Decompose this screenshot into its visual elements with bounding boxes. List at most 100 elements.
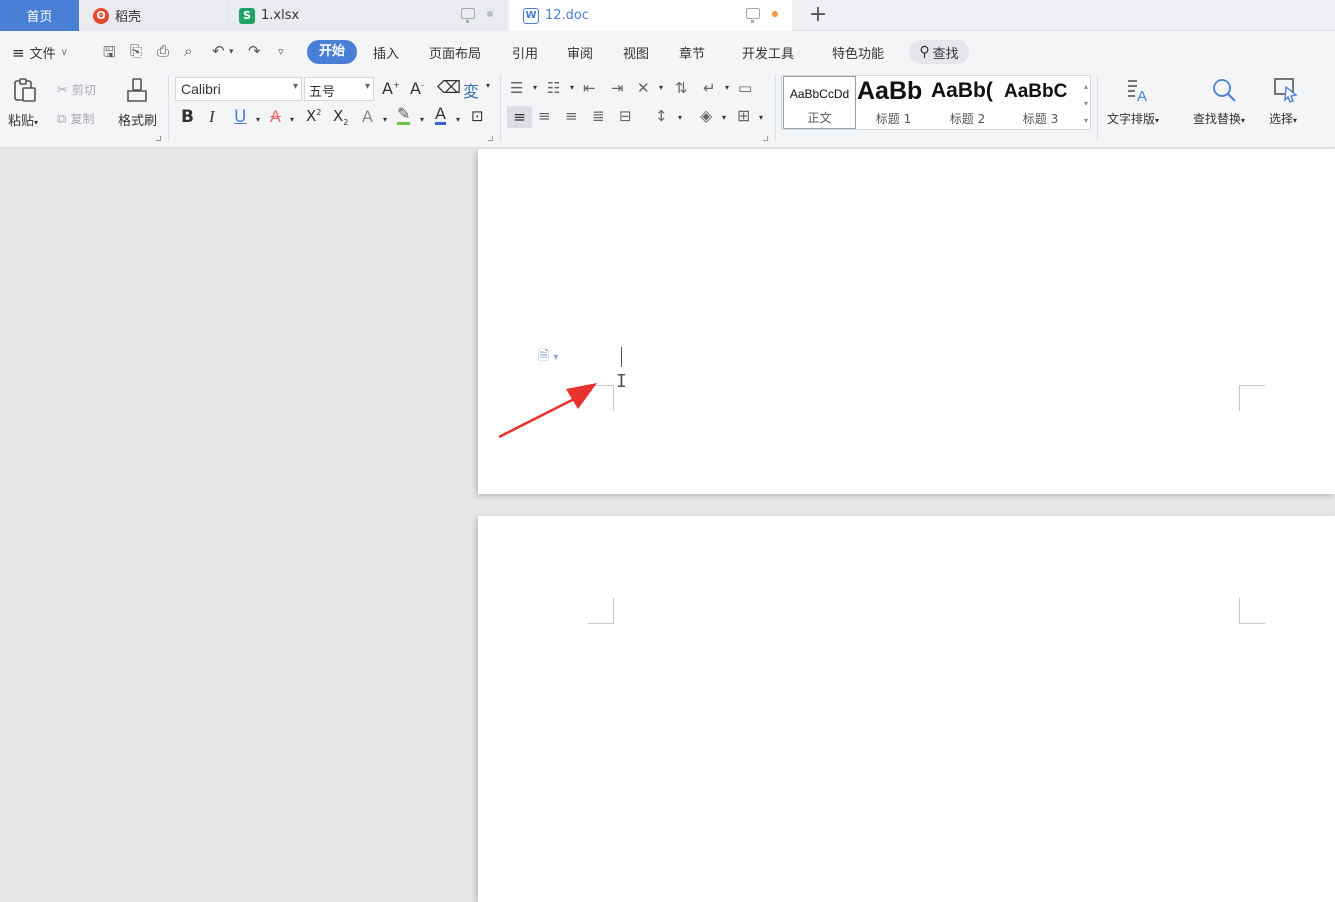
chevron-down-icon[interactable]: ▾ [420, 115, 424, 124]
close-dot-icon[interactable] [487, 10, 493, 17]
chevron-down-icon[interactable]: ▾ [725, 83, 729, 92]
tab-special-features[interactable]: 特色功能 [832, 43, 884, 62]
increase-indent-icon[interactable]: ⇥ [611, 79, 624, 97]
unsaved-dot-icon[interactable] [772, 10, 778, 17]
tab-start[interactable]: 开始 [307, 40, 357, 64]
save-icon[interactable]: 🖫 [103, 42, 116, 67]
clipboard-dialog-launcher[interactable] [156, 136, 161, 141]
text-effect-icon[interactable]: A [362, 107, 373, 126]
font-size-field[interactable]: 五号 ▾ [304, 77, 374, 101]
distribute-icon[interactable]: ⊟ [619, 107, 632, 125]
document-canvas[interactable]: 🗎 ▾ I [0, 149, 1335, 902]
tab-doc[interactable]: W 12.doc [509, 0, 792, 31]
highlight-icon[interactable]: ✎ [397, 106, 411, 125]
line-spacing-icon[interactable]: ↕ [655, 107, 668, 125]
strikethrough-icon[interactable]: A [270, 107, 281, 126]
decrease-indent-icon[interactable]: ⇤ [583, 79, 596, 97]
tab-view[interactable]: 视图 [623, 43, 649, 62]
bullet-list-icon[interactable]: ☰ [510, 79, 523, 97]
chevron-down-icon[interactable]: ▾ [383, 115, 387, 124]
numbered-list-icon[interactable]: ☷ [547, 79, 560, 97]
paste-button[interactable]: 粘贴▾ [8, 110, 38, 129]
grow-font-icon[interactable]: A+ [382, 79, 400, 98]
align-center-icon[interactable]: ≡ [538, 107, 551, 125]
page-2[interactable] [478, 516, 1335, 902]
tab-insert[interactable]: 插入 [373, 43, 399, 62]
align-left-button[interactable]: ≡ [507, 106, 532, 128]
screen-icon[interactable] [746, 8, 760, 23]
tab-review[interactable]: 审阅 [567, 43, 593, 62]
font-color-icon[interactable]: A [435, 106, 446, 125]
tab-stops-icon[interactable]: ▭ [738, 79, 752, 97]
text-layout-button[interactable]: 文字排版▾ [1107, 110, 1159, 127]
font-dialog-launcher[interactable] [488, 136, 493, 141]
chevron-down-icon[interactable]: ▾ [293, 81, 298, 92]
align-right-icon[interactable]: ≡ [565, 107, 578, 125]
print-preview-icon[interactable]: ⌕ [184, 42, 192, 60]
borders-icon[interactable]: ⊞ [737, 106, 750, 125]
export-icon[interactable]: ⎘ [130, 42, 142, 60]
chevron-down-icon[interactable]: ▾ [290, 115, 294, 124]
page-1[interactable]: 🗎 ▾ I [478, 149, 1335, 494]
style-normal[interactable]: AaBbCcDd 正文 [783, 76, 856, 129]
font-name-field[interactable]: Calibri ▾ [175, 77, 302, 101]
chevron-down-icon[interactable]: ▾ [722, 113, 726, 122]
undo-dropdown-icon[interactable]: ▾ [229, 47, 234, 57]
cut-button[interactable]: ✂ 剪切 [57, 81, 96, 98]
sort-icon[interactable]: ⇅ [675, 79, 688, 97]
subscript-icon[interactable]: X2 [333, 107, 348, 127]
shrink-font-icon[interactable]: A- [410, 79, 424, 98]
tab-home[interactable]: 首页 [0, 0, 79, 31]
underline-icon[interactable]: U [234, 107, 246, 127]
char-border-icon[interactable]: ⊡ [471, 107, 484, 125]
paste-icon[interactable] [12, 77, 38, 103]
copy-button[interactable]: ⧉ 复制 [57, 110, 94, 127]
print-icon[interactable]: ⎙ [157, 42, 169, 60]
tab-page-layout[interactable]: 页面布局 [429, 43, 481, 62]
clear-format-icon[interactable]: ⌫ [437, 78, 461, 98]
format-painter-icon[interactable] [124, 77, 150, 103]
new-tab-button[interactable]: + [806, 2, 830, 28]
style-heading-3[interactable]: AaBbC 标题 3 [1004, 76, 1077, 129]
chevron-down-icon[interactable]: ▾ [256, 115, 260, 124]
phonetic-icon[interactable]: 変 [463, 78, 479, 102]
styles-scroll[interactable]: ▴ ▾ ▾ [1084, 78, 1088, 129]
chevron-down-icon[interactable]: ▾ [659, 83, 663, 92]
chevron-down-icon[interactable]: ▾ [678, 113, 682, 122]
format-painter-button[interactable]: 格式刷 [118, 110, 157, 129]
justify-icon[interactable]: ≣ [592, 107, 605, 125]
bold-icon[interactable]: B [181, 107, 194, 127]
search-button[interactable]: ⚲ 查找 [909, 40, 969, 64]
select-button[interactable]: 选择▾ [1269, 110, 1297, 127]
chevron-down-icon[interactable]: ▾ [570, 83, 574, 92]
chevron-down-icon[interactable]: ▾ [365, 81, 370, 92]
show-marks-icon[interactable]: ↵ [703, 79, 716, 97]
paragraph-layout-icon[interactable]: 🗎 ▾ [538, 345, 558, 369]
paragraph-dialog-launcher[interactable] [763, 136, 768, 141]
select-pointer-icon[interactable] [1273, 77, 1299, 103]
tab-xlsx[interactable]: S 1.xlsx [225, 0, 507, 31]
chevron-down-icon[interactable]: ▾ [759, 113, 763, 122]
find-replace-button[interactable]: 查找替换▾ [1193, 110, 1245, 127]
italic-icon[interactable]: I [209, 107, 215, 127]
style-heading-1[interactable]: AaBb 标题 1 [857, 76, 930, 129]
file-menu[interactable]: ≡ 文件 ∨ [12, 43, 68, 63]
text-layout-icon[interactable]: A [1125, 77, 1151, 103]
chinese-layout-icon[interactable]: ✕ [637, 79, 650, 97]
chevron-down-icon[interactable]: ▾ [456, 115, 460, 124]
redo-icon[interactable]: ↷ [248, 42, 261, 60]
customize-icon[interactable]: ▿ [278, 45, 284, 58]
chevron-down-icon[interactable]: ▾ [486, 81, 490, 90]
tab-developer[interactable]: 开发工具 [742, 43, 794, 62]
style-heading-2[interactable]: AaBb( 标题 2 [931, 76, 1004, 129]
tab-chapter[interactable]: 章节 [679, 43, 705, 62]
shading-icon[interactable]: ◈ [700, 106, 712, 125]
tab-daoke[interactable]: ʘ 稻壳 [79, 0, 224, 31]
magnifier-icon[interactable] [1211, 77, 1237, 103]
chevron-down-icon[interactable]: ▾ [533, 83, 537, 92]
undo-icon[interactable]: ↶ [212, 42, 225, 60]
tab-references[interactable]: 引用 [512, 43, 538, 62]
superscript-icon[interactable]: X2 [306, 107, 321, 125]
screen-icon[interactable] [461, 8, 475, 23]
spreadsheet-icon: S [239, 7, 255, 24]
